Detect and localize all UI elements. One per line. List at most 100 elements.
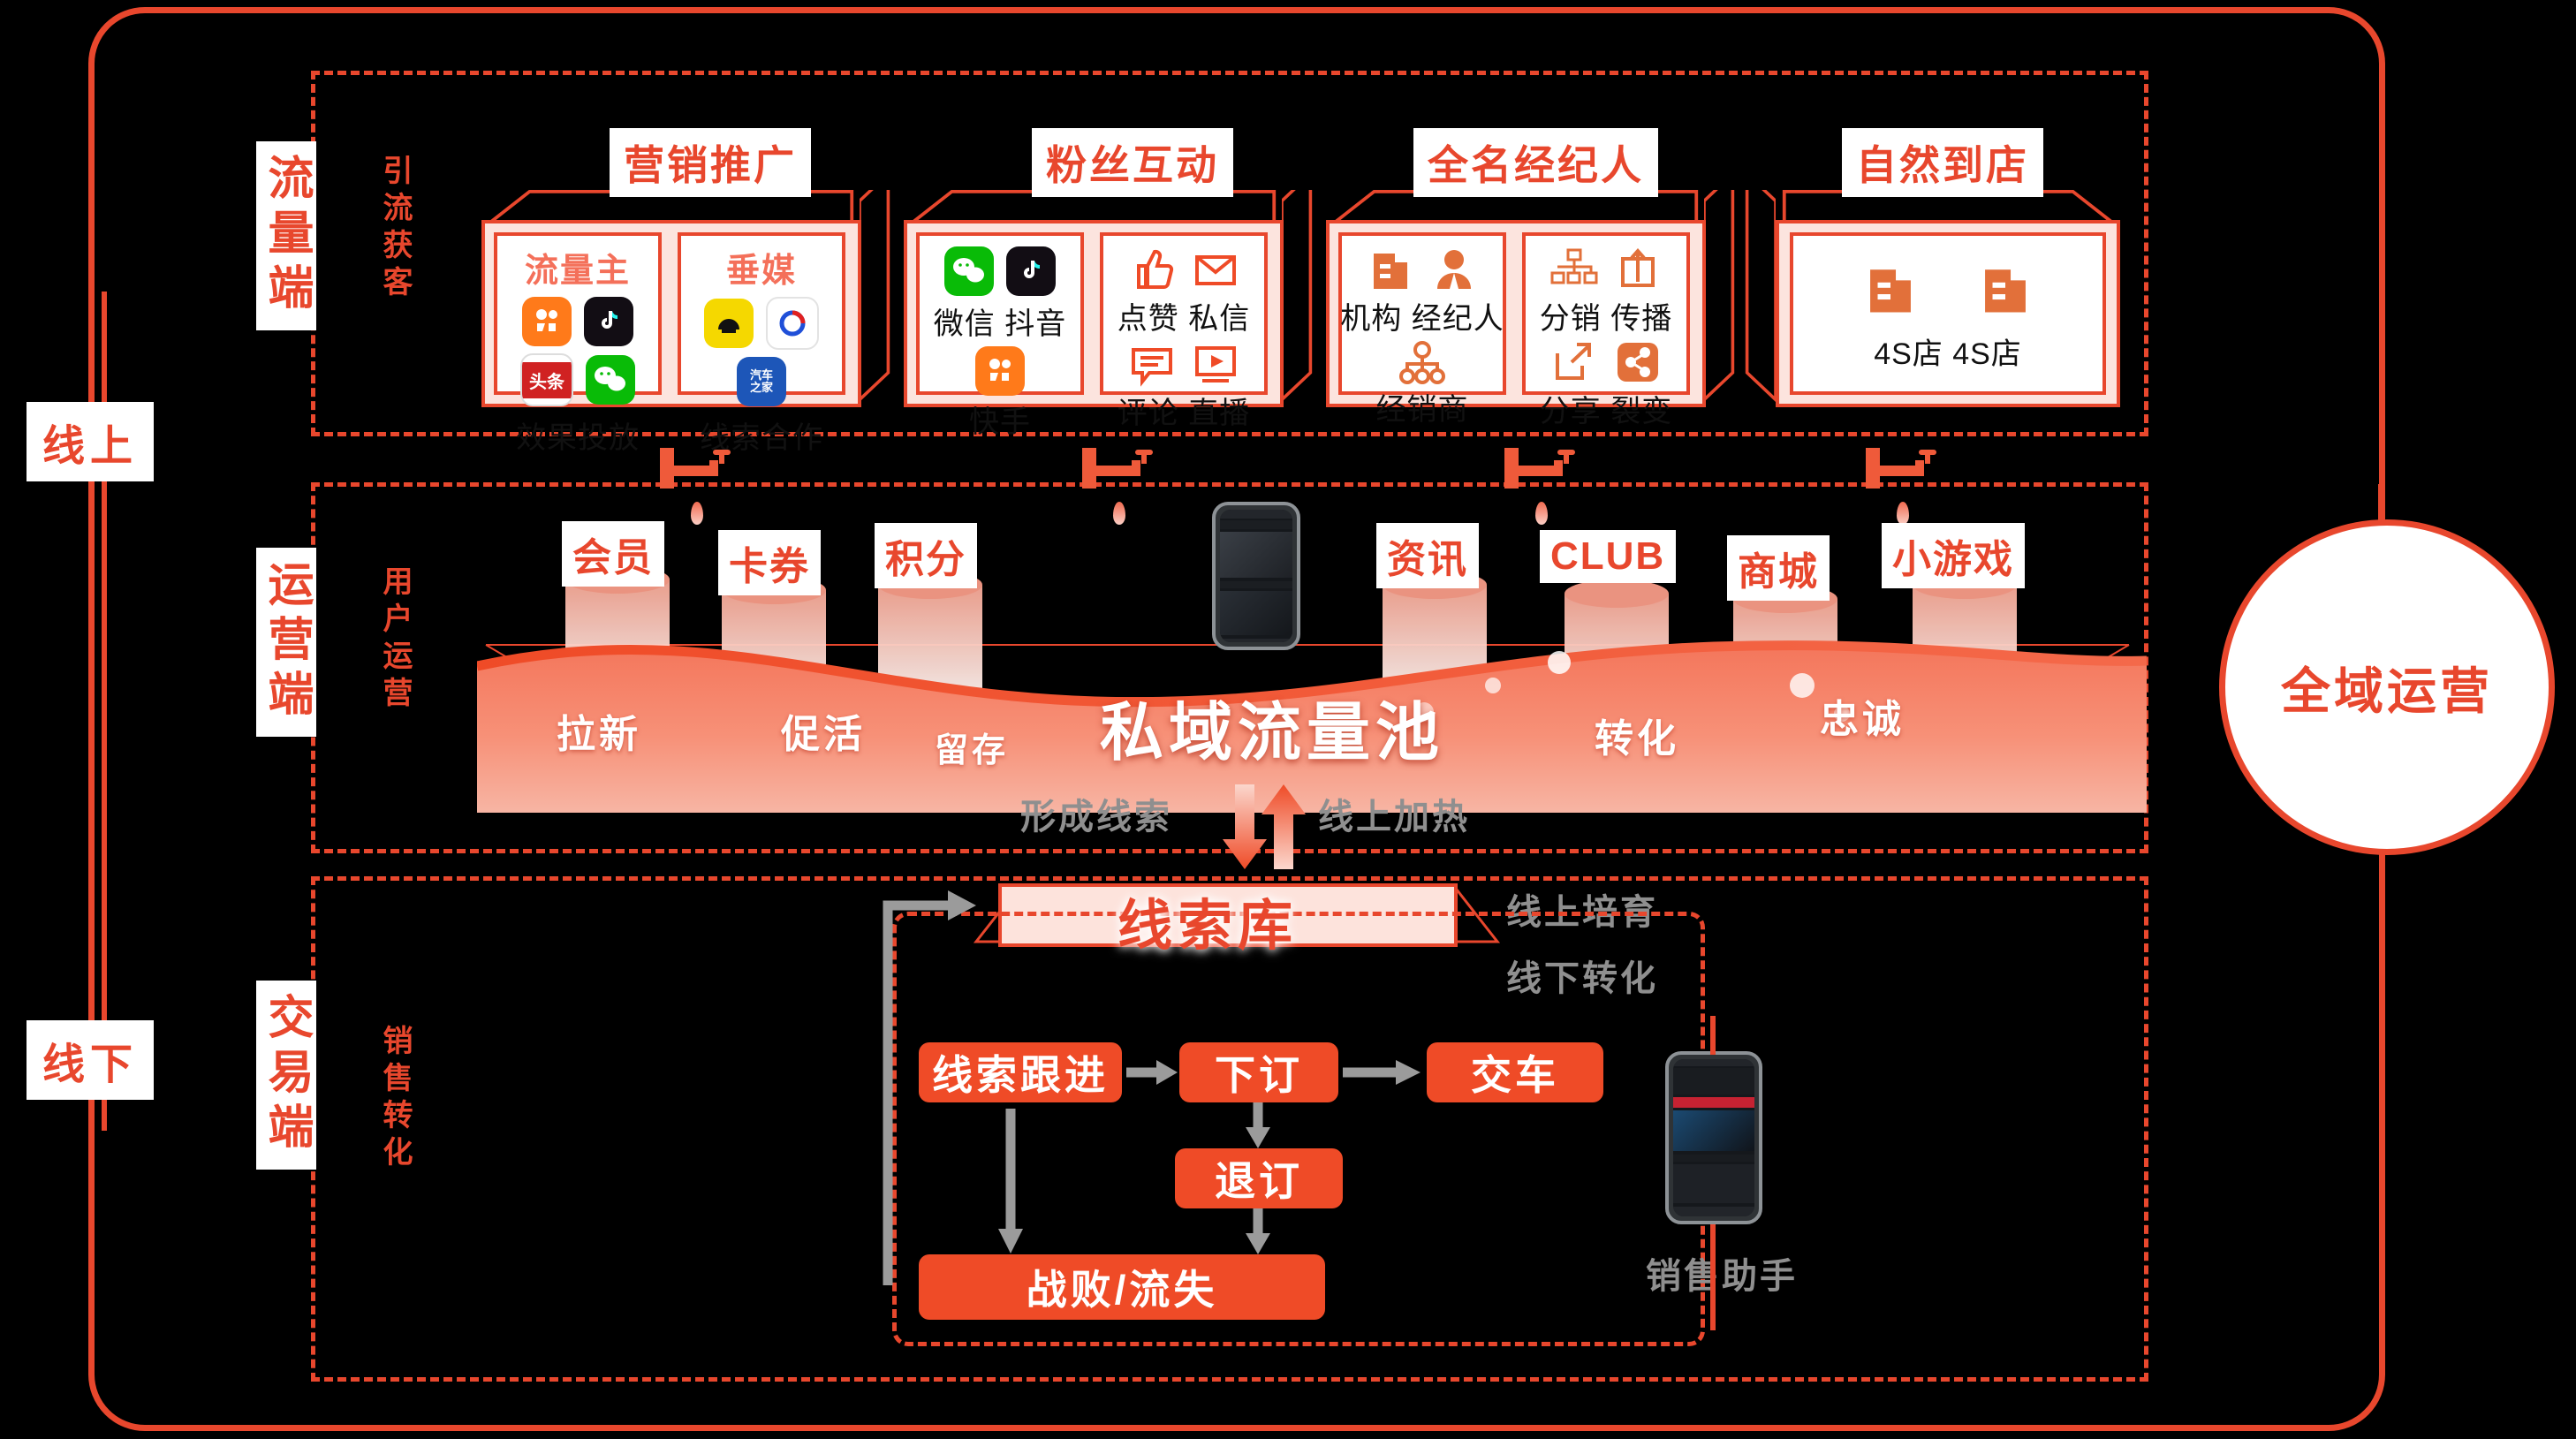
sales-assistant-stem-top	[1710, 1016, 1716, 1055]
arrow-label-online-warmup: 线上加热	[1318, 798, 1470, 837]
faucet-icon-4	[1855, 446, 1952, 494]
arrow-order-to-cancel	[1246, 1102, 1270, 1148]
cube-side-face	[1745, 190, 1776, 402]
engagement-icon-row-2	[1126, 341, 1241, 387]
kuaishou-icon	[522, 297, 572, 346]
panel-caption-2: 评论 直播	[1117, 397, 1251, 430]
wechat-icon	[586, 355, 635, 405]
douyin-icon	[1006, 246, 1056, 296]
arrow-to-delivery	[1343, 1060, 1421, 1085]
global-operations-label: 全域运营	[2281, 663, 2493, 719]
flow-box-cancel-order[interactable]: 退订	[1175, 1148, 1343, 1208]
app-phone-mock	[1212, 502, 1300, 650]
panel-caption-2: 快手	[969, 405, 1031, 439]
distribution-icon-row-2	[1549, 339, 1663, 385]
water-drop-4	[1897, 502, 1909, 525]
panel-caption: 点赞 私信	[1117, 302, 1251, 336]
panel-caption: 效果投放	[516, 421, 640, 455]
sales-assistant-phone	[1665, 1051, 1762, 1224]
lead-pool-label: 线索库	[1118, 896, 1299, 957]
share-icon	[1618, 343, 1658, 382]
online-tag: 线上	[27, 402, 155, 481]
flow-box-lead-followup[interactable]: 线索跟进	[919, 1042, 1122, 1102]
flow-box-deliver-car[interactable]: 交车	[1427, 1042, 1603, 1102]
water-drop-3	[1535, 502, 1548, 525]
faucet-icon-1	[649, 446, 746, 494]
global-operations-circle[interactable]: 全域运营	[2219, 519, 2555, 855]
pool-stage-retain: 留存	[935, 732, 1010, 769]
douyin-icon	[584, 297, 633, 346]
building-icon	[1870, 269, 1911, 313]
pool-stage-loyalty: 忠诚	[1820, 698, 1905, 741]
store-icon-row	[1860, 261, 2036, 317]
upload-box-icon	[1621, 247, 1655, 287]
pillar-label-coupon: 卡券	[718, 530, 821, 595]
panel-4s-stores[interactable]: 4S店 4S店	[1790, 232, 2106, 395]
cube-title-walk-in: 自然到店	[1842, 128, 2043, 197]
arrow-label-form-lead: 形成线索	[1020, 798, 1172, 837]
panel-heading: 垂媒	[725, 253, 797, 290]
person-tie-icon	[1437, 250, 1471, 289]
panel-caption: 机构 经纪人	[1340, 302, 1504, 336]
app-icon-row	[704, 297, 819, 350]
panel-agents[interactable]: 机构 经纪人 经销商	[1338, 232, 1506, 427]
comment-icon	[1132, 348, 1172, 387]
faucet-icon-2	[1072, 446, 1169, 494]
kuaishou-icon	[975, 346, 1025, 396]
distribution-icon	[1550, 248, 1598, 284]
panel-social-apps[interactable]: 微信 抖音 快手	[916, 232, 1084, 439]
panel-vertical-media[interactable]: 垂媒 汽车 之家 线索合作	[678, 232, 845, 455]
app-icon-row-2	[975, 346, 1025, 396]
pool-stage-convert: 转化	[1595, 717, 1679, 761]
stage-sub-transaction: 销售转化	[378, 1025, 412, 1173]
pillar-label-member: 会员	[562, 521, 664, 587]
arrow-cancel-to-lost	[1246, 1208, 1270, 1254]
flow-box-lost-churn[interactable]: 战败/流失	[919, 1254, 1325, 1320]
distribution-icon-row	[1549, 246, 1663, 292]
pillar-label-club: CLUB	[1540, 530, 1677, 583]
agent-icon-row-2	[1397, 339, 1448, 385]
dongchedi-icon	[704, 299, 754, 348]
cube-title-agent-network: 全名经纪人	[1413, 128, 1658, 197]
stage-sub-operations: 用户运营	[378, 565, 412, 714]
arrow-to-order	[1126, 1060, 1178, 1085]
panel-engagement[interactable]: 点赞 私信 评论 直播	[1100, 232, 1268, 430]
pool-stage-activate: 促活	[781, 713, 866, 756]
app-icon-row-2: 头条	[520, 353, 635, 406]
play-icon	[1195, 346, 1236, 382]
pool-stage-acquire: 拉新	[557, 713, 641, 756]
autohome-icon: 汽车 之家	[737, 357, 786, 406]
flow-box-place-order[interactable]: 下订	[1179, 1042, 1338, 1102]
cube-title-fan-interaction: 粉丝互动	[1032, 128, 1233, 197]
panel-caption-2: 分享 裂变	[1539, 395, 1673, 428]
arrow-followup-to-lost	[998, 1109, 1023, 1253]
panel-traffic-owner[interactable]: 流量主 头条 效果投放	[494, 232, 662, 455]
app-icon-row	[944, 246, 1056, 296]
cube-side-face	[860, 190, 890, 402]
offline-tag: 线下	[27, 1020, 155, 1100]
panel-caption: 微信 抖音	[933, 307, 1067, 341]
cube-side-face	[1704, 190, 1735, 402]
agent-icon-row	[1365, 246, 1480, 292]
stage-label-operations: 运营端	[256, 548, 316, 737]
building-icon	[1374, 254, 1407, 289]
panel-distribution[interactable]: 分销 传播 分享 裂变	[1522, 232, 1690, 428]
panel-caption: 分销 传播	[1539, 302, 1673, 336]
pillar-label-points: 积分	[875, 523, 977, 588]
stage-sub-traffic: 引流获客	[378, 155, 412, 303]
thumbup-icon	[1137, 249, 1174, 289]
pillar-label-mall: 商城	[1727, 535, 1830, 601]
panel-heading: 流量主	[524, 253, 631, 290]
yiche-icon	[766, 297, 819, 350]
cube-title-marketing: 营销推广	[610, 128, 811, 197]
cube-side-face	[1282, 190, 1313, 402]
pillar-label-news: 资讯	[1376, 523, 1479, 588]
water-drop-2	[1113, 502, 1125, 525]
toutiao-icon: 头条	[520, 353, 573, 406]
pool-title: 私域流量池	[1100, 698, 1445, 769]
external-link-icon	[1556, 343, 1591, 380]
app-icon-row	[522, 297, 633, 346]
stage-label-traffic: 流量端	[256, 141, 316, 330]
envelope-icon	[1195, 255, 1236, 285]
stage-label-transaction: 交易端	[256, 981, 316, 1170]
